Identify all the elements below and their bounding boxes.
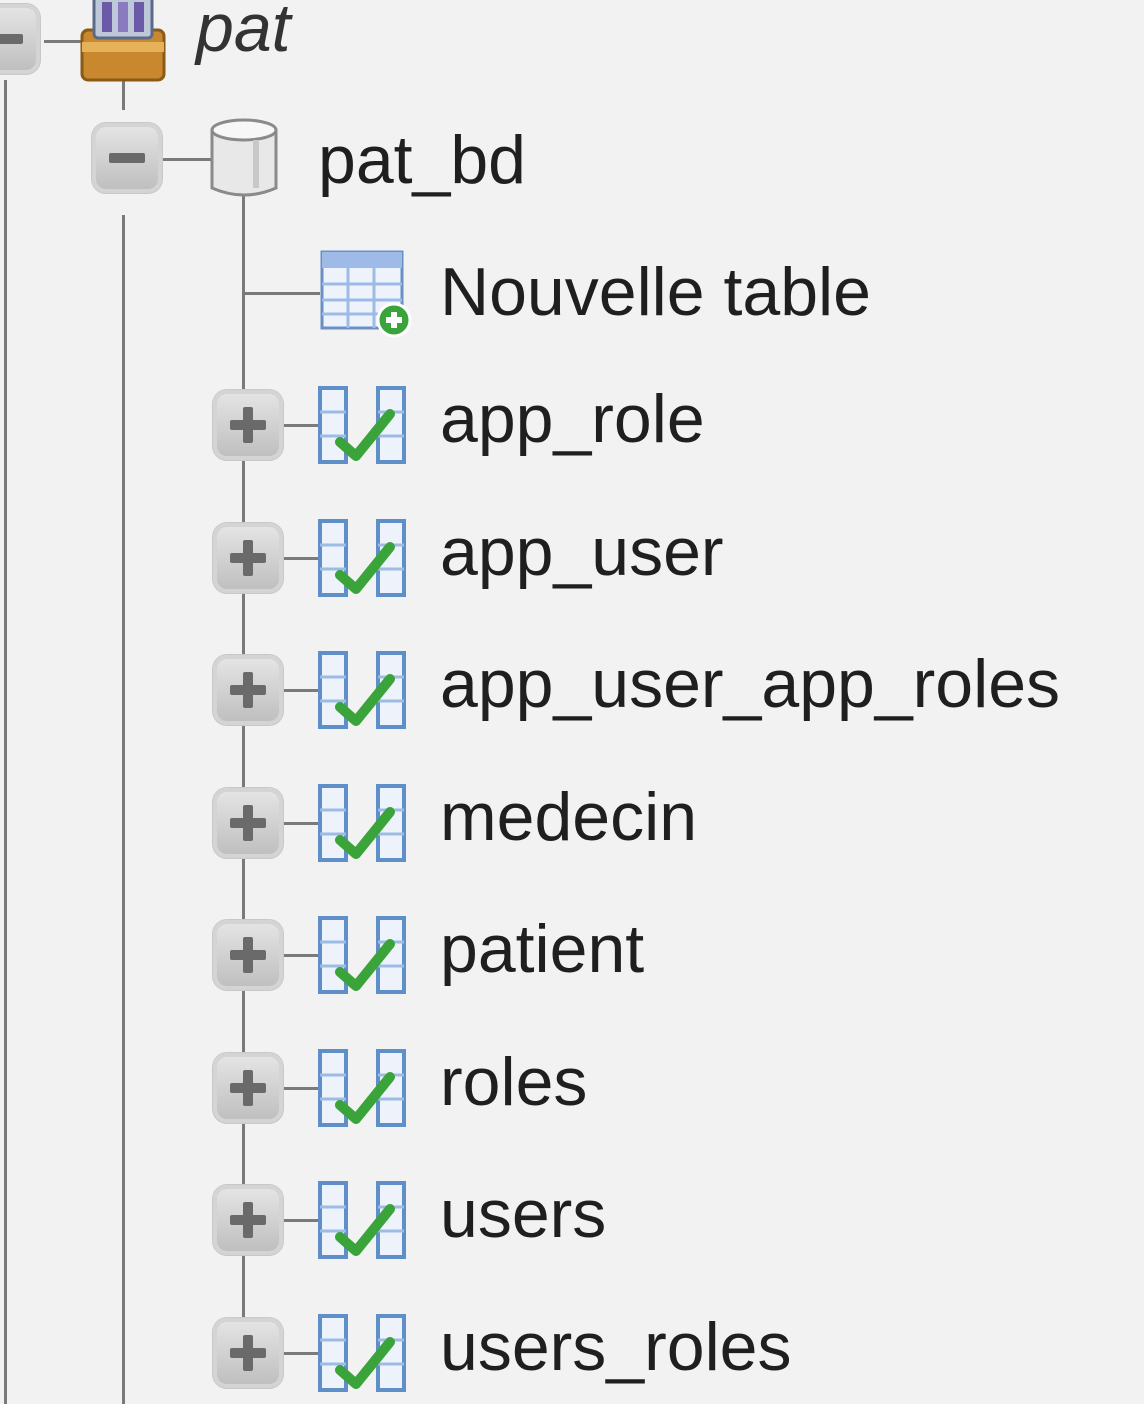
table-view-icon[interactable] [316, 517, 408, 599]
new-table-icon[interactable] [318, 248, 414, 340]
table-label[interactable]: app_user [440, 518, 724, 586]
plus-icon [243, 937, 253, 973]
plus-icon [243, 805, 253, 841]
tree-line-root [4, 80, 7, 1404]
table-view-icon[interactable] [316, 1179, 408, 1261]
plus-icon [243, 407, 253, 443]
server-label[interactable]: pat [196, 0, 291, 62]
table-expand-button[interactable] [213, 788, 283, 858]
table-label[interactable]: users_roles [440, 1313, 792, 1381]
plus-icon [243, 540, 253, 576]
table-view-icon[interactable] [316, 649, 408, 731]
minus-icon [0, 34, 23, 44]
table-view-icon[interactable] [316, 782, 408, 864]
table-label[interactable]: app_user_app_roles [440, 650, 1060, 718]
database-cylinder-icon [210, 118, 278, 197]
table-expand-button[interactable] [213, 920, 283, 990]
minus-icon [109, 153, 145, 163]
table-expand-button[interactable] [213, 523, 283, 593]
database-label[interactable]: pat_bd [318, 126, 526, 194]
table-label[interactable]: patient [440, 915, 644, 983]
tree-line-server-children [122, 215, 125, 1404]
server-box-icon [80, 0, 166, 82]
table-view-icon[interactable] [316, 384, 408, 466]
table-expand-button[interactable] [213, 1053, 283, 1123]
table-label[interactable]: users [440, 1180, 606, 1248]
tree-connector-database [162, 158, 212, 161]
table-expand-button[interactable] [213, 390, 283, 460]
table-expand-button[interactable] [213, 1185, 283, 1255]
plus-icon [243, 1335, 253, 1371]
table-view-icon[interactable] [316, 1047, 408, 1129]
table-label[interactable]: app_role [440, 385, 705, 453]
tree-line-database-children [242, 192, 245, 1358]
database-collapse-button[interactable] [92, 123, 162, 193]
table-view-icon[interactable] [316, 1312, 408, 1394]
table-label[interactable]: roles [440, 1048, 587, 1116]
table-expand-button[interactable] [213, 1318, 283, 1388]
new-table-label[interactable]: Nouvelle table [440, 258, 871, 326]
table-label[interactable]: medecin [440, 783, 697, 851]
table-view-icon[interactable] [316, 914, 408, 996]
server-collapse-button[interactable] [0, 4, 40, 74]
plus-icon [243, 1070, 253, 1106]
plus-icon [243, 672, 253, 708]
table-expand-button[interactable] [213, 655, 283, 725]
tree-connector-new-table [244, 292, 320, 295]
navigation-tree: pat pat_bd Nouvelle table app_role app_us… [0, 0, 1144, 1404]
plus-icon [243, 1202, 253, 1238]
